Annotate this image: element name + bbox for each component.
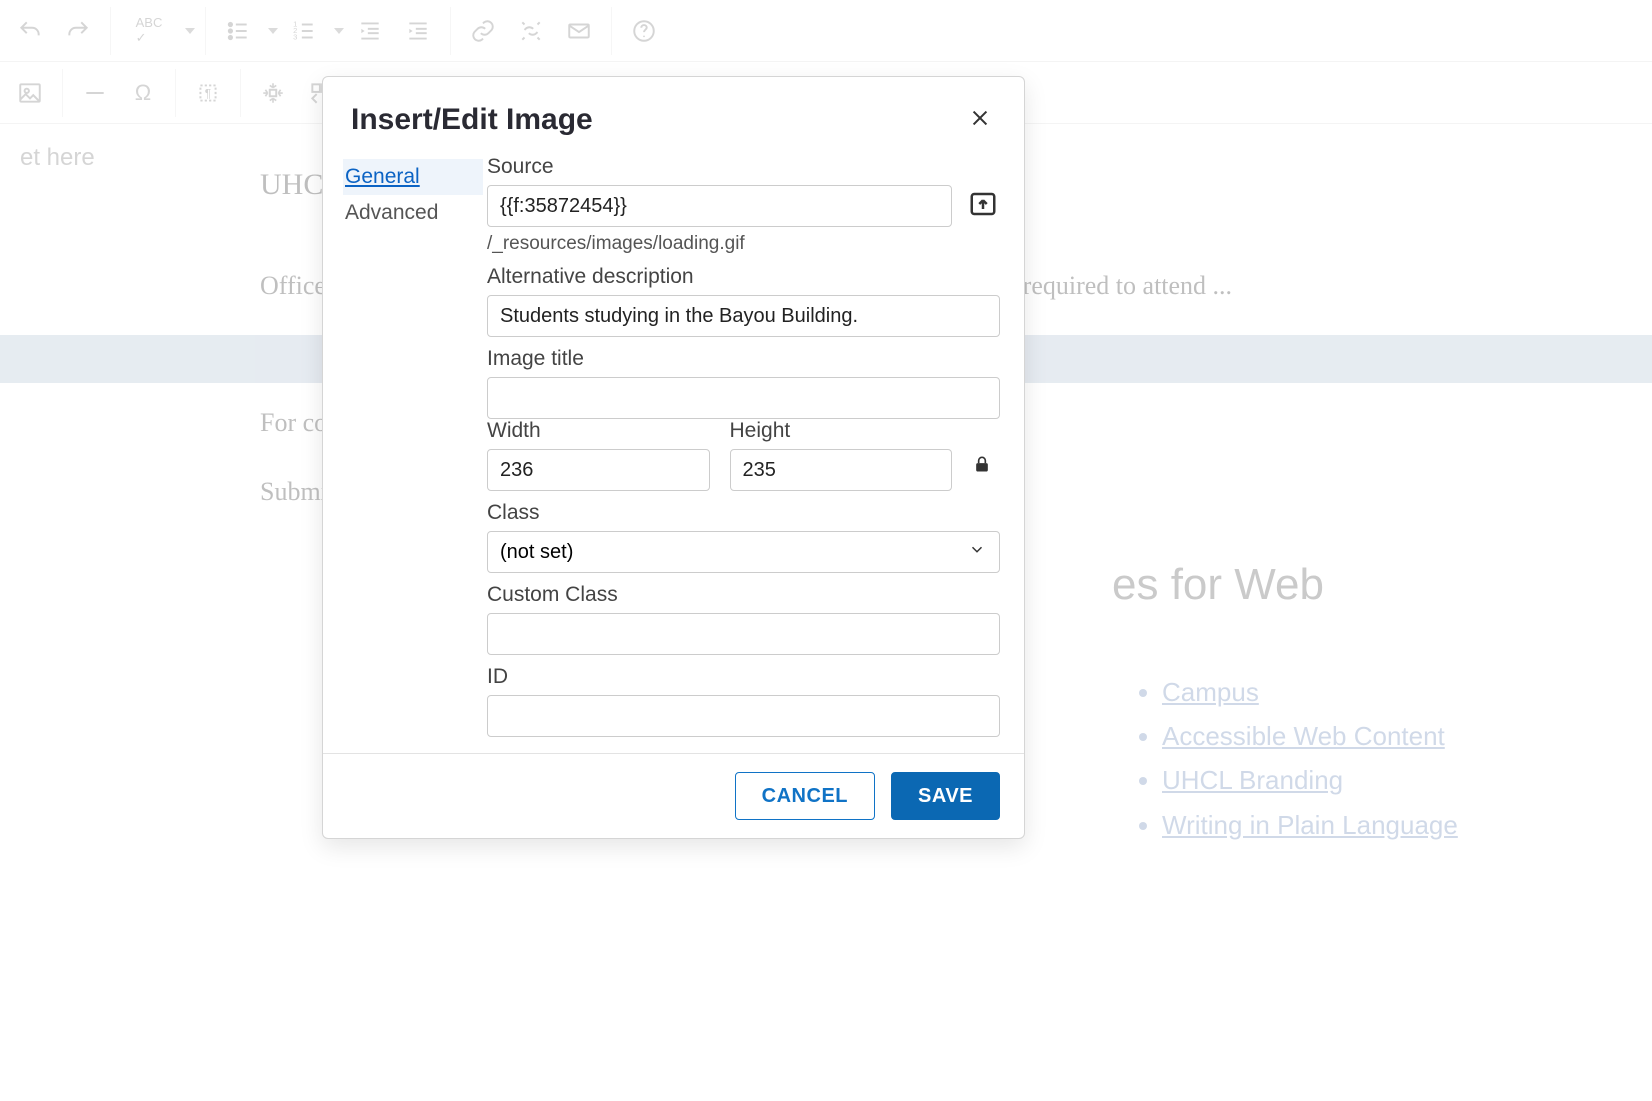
image-title-label: Image title xyxy=(487,347,1000,371)
spellcheck-button[interactable]: ABC✓ xyxy=(121,9,177,53)
numbered-list-button[interactable]: 123 xyxy=(282,9,326,53)
resource-link[interactable]: Campus xyxy=(1162,670,1632,714)
dialog-title: Insert/Edit Image xyxy=(351,103,593,137)
close-icon xyxy=(969,107,991,134)
right-column: es for Web Campus Accessible Web Content… xyxy=(1092,540,1652,867)
right-heading: es for Web xyxy=(1112,560,1632,610)
image-button[interactable] xyxy=(8,71,52,115)
editor-toolbar-row-1: ABC✓ 123 xyxy=(0,0,1652,62)
resource-link[interactable]: UHCL Branding xyxy=(1162,758,1632,802)
svg-text:3: 3 xyxy=(293,32,297,41)
insert-edit-image-dialog: Insert/Edit Image General Advanced Sourc… xyxy=(322,76,1025,839)
svg-text:2: 2 xyxy=(293,26,297,35)
lock-icon xyxy=(972,463,992,480)
dialog-tabs: General Advanced xyxy=(343,155,483,737)
custom-class-input[interactable] xyxy=(487,613,1000,655)
id-label: ID xyxy=(487,665,1000,689)
redo-button[interactable] xyxy=(56,9,100,53)
resource-link[interactable]: Accessible Web Content xyxy=(1162,714,1632,758)
cancel-button[interactable]: CANCEL xyxy=(735,772,875,820)
constrain-proportions-toggle[interactable] xyxy=(972,452,1000,491)
save-button[interactable]: SAVE xyxy=(891,772,1000,820)
svg-text:1: 1 xyxy=(293,19,297,28)
help-button[interactable] xyxy=(622,9,666,53)
source-input[interactable] xyxy=(487,185,952,227)
unlink-button[interactable] xyxy=(509,9,553,53)
alt-label: Alternative description xyxy=(487,265,1000,289)
source-label: Source xyxy=(487,155,1000,179)
tab-advanced[interactable]: Advanced xyxy=(343,195,483,231)
image-title-input[interactable] xyxy=(487,377,1000,419)
link-button[interactable] xyxy=(461,9,505,53)
sidebar-placeholder: et here xyxy=(0,124,220,192)
dialog-header: Insert/Edit Image xyxy=(323,77,1024,145)
resource-link[interactable]: Writing in Plain Language xyxy=(1162,803,1632,847)
source-browse-button[interactable] xyxy=(966,189,1000,223)
width-input[interactable] xyxy=(487,449,710,491)
id-input[interactable] xyxy=(487,695,1000,737)
dialog-footer: CANCEL SAVE xyxy=(323,753,1024,838)
class-label: Class xyxy=(487,501,1000,525)
undo-button[interactable] xyxy=(8,9,52,53)
indent-button[interactable] xyxy=(396,9,440,53)
dialog-form: Source /_resources/images/loading.gif Al… xyxy=(483,155,1000,737)
tab-general[interactable]: General xyxy=(343,159,483,195)
outdent-button[interactable] xyxy=(348,9,392,53)
show-blocks-button[interactable]: ¶ xyxy=(186,71,230,115)
resources-link-list: Campus Accessible Web Content UHCL Brand… xyxy=(1112,670,1632,847)
width-label: Width xyxy=(487,419,710,443)
close-button[interactable] xyxy=(964,104,996,136)
class-select[interactable]: (not set) xyxy=(487,531,1000,573)
source-resolved-path: /_resources/images/loading.gif xyxy=(487,233,1000,255)
alt-input[interactable] xyxy=(487,295,1000,337)
hr-button[interactable] xyxy=(73,71,117,115)
mailto-button[interactable] xyxy=(557,9,601,53)
snippet-button[interactable] xyxy=(251,71,295,115)
height-label: Height xyxy=(730,419,953,443)
bullet-list-button[interactable] xyxy=(216,9,260,53)
height-input[interactable] xyxy=(730,449,953,491)
browse-icon xyxy=(968,189,998,224)
special-char-button[interactable]: Ω xyxy=(121,71,165,115)
svg-text:¶: ¶ xyxy=(205,86,211,100)
dialog-body: General Advanced Source /_resources/imag… xyxy=(323,145,1024,753)
custom-class-label: Custom Class xyxy=(487,583,1000,607)
